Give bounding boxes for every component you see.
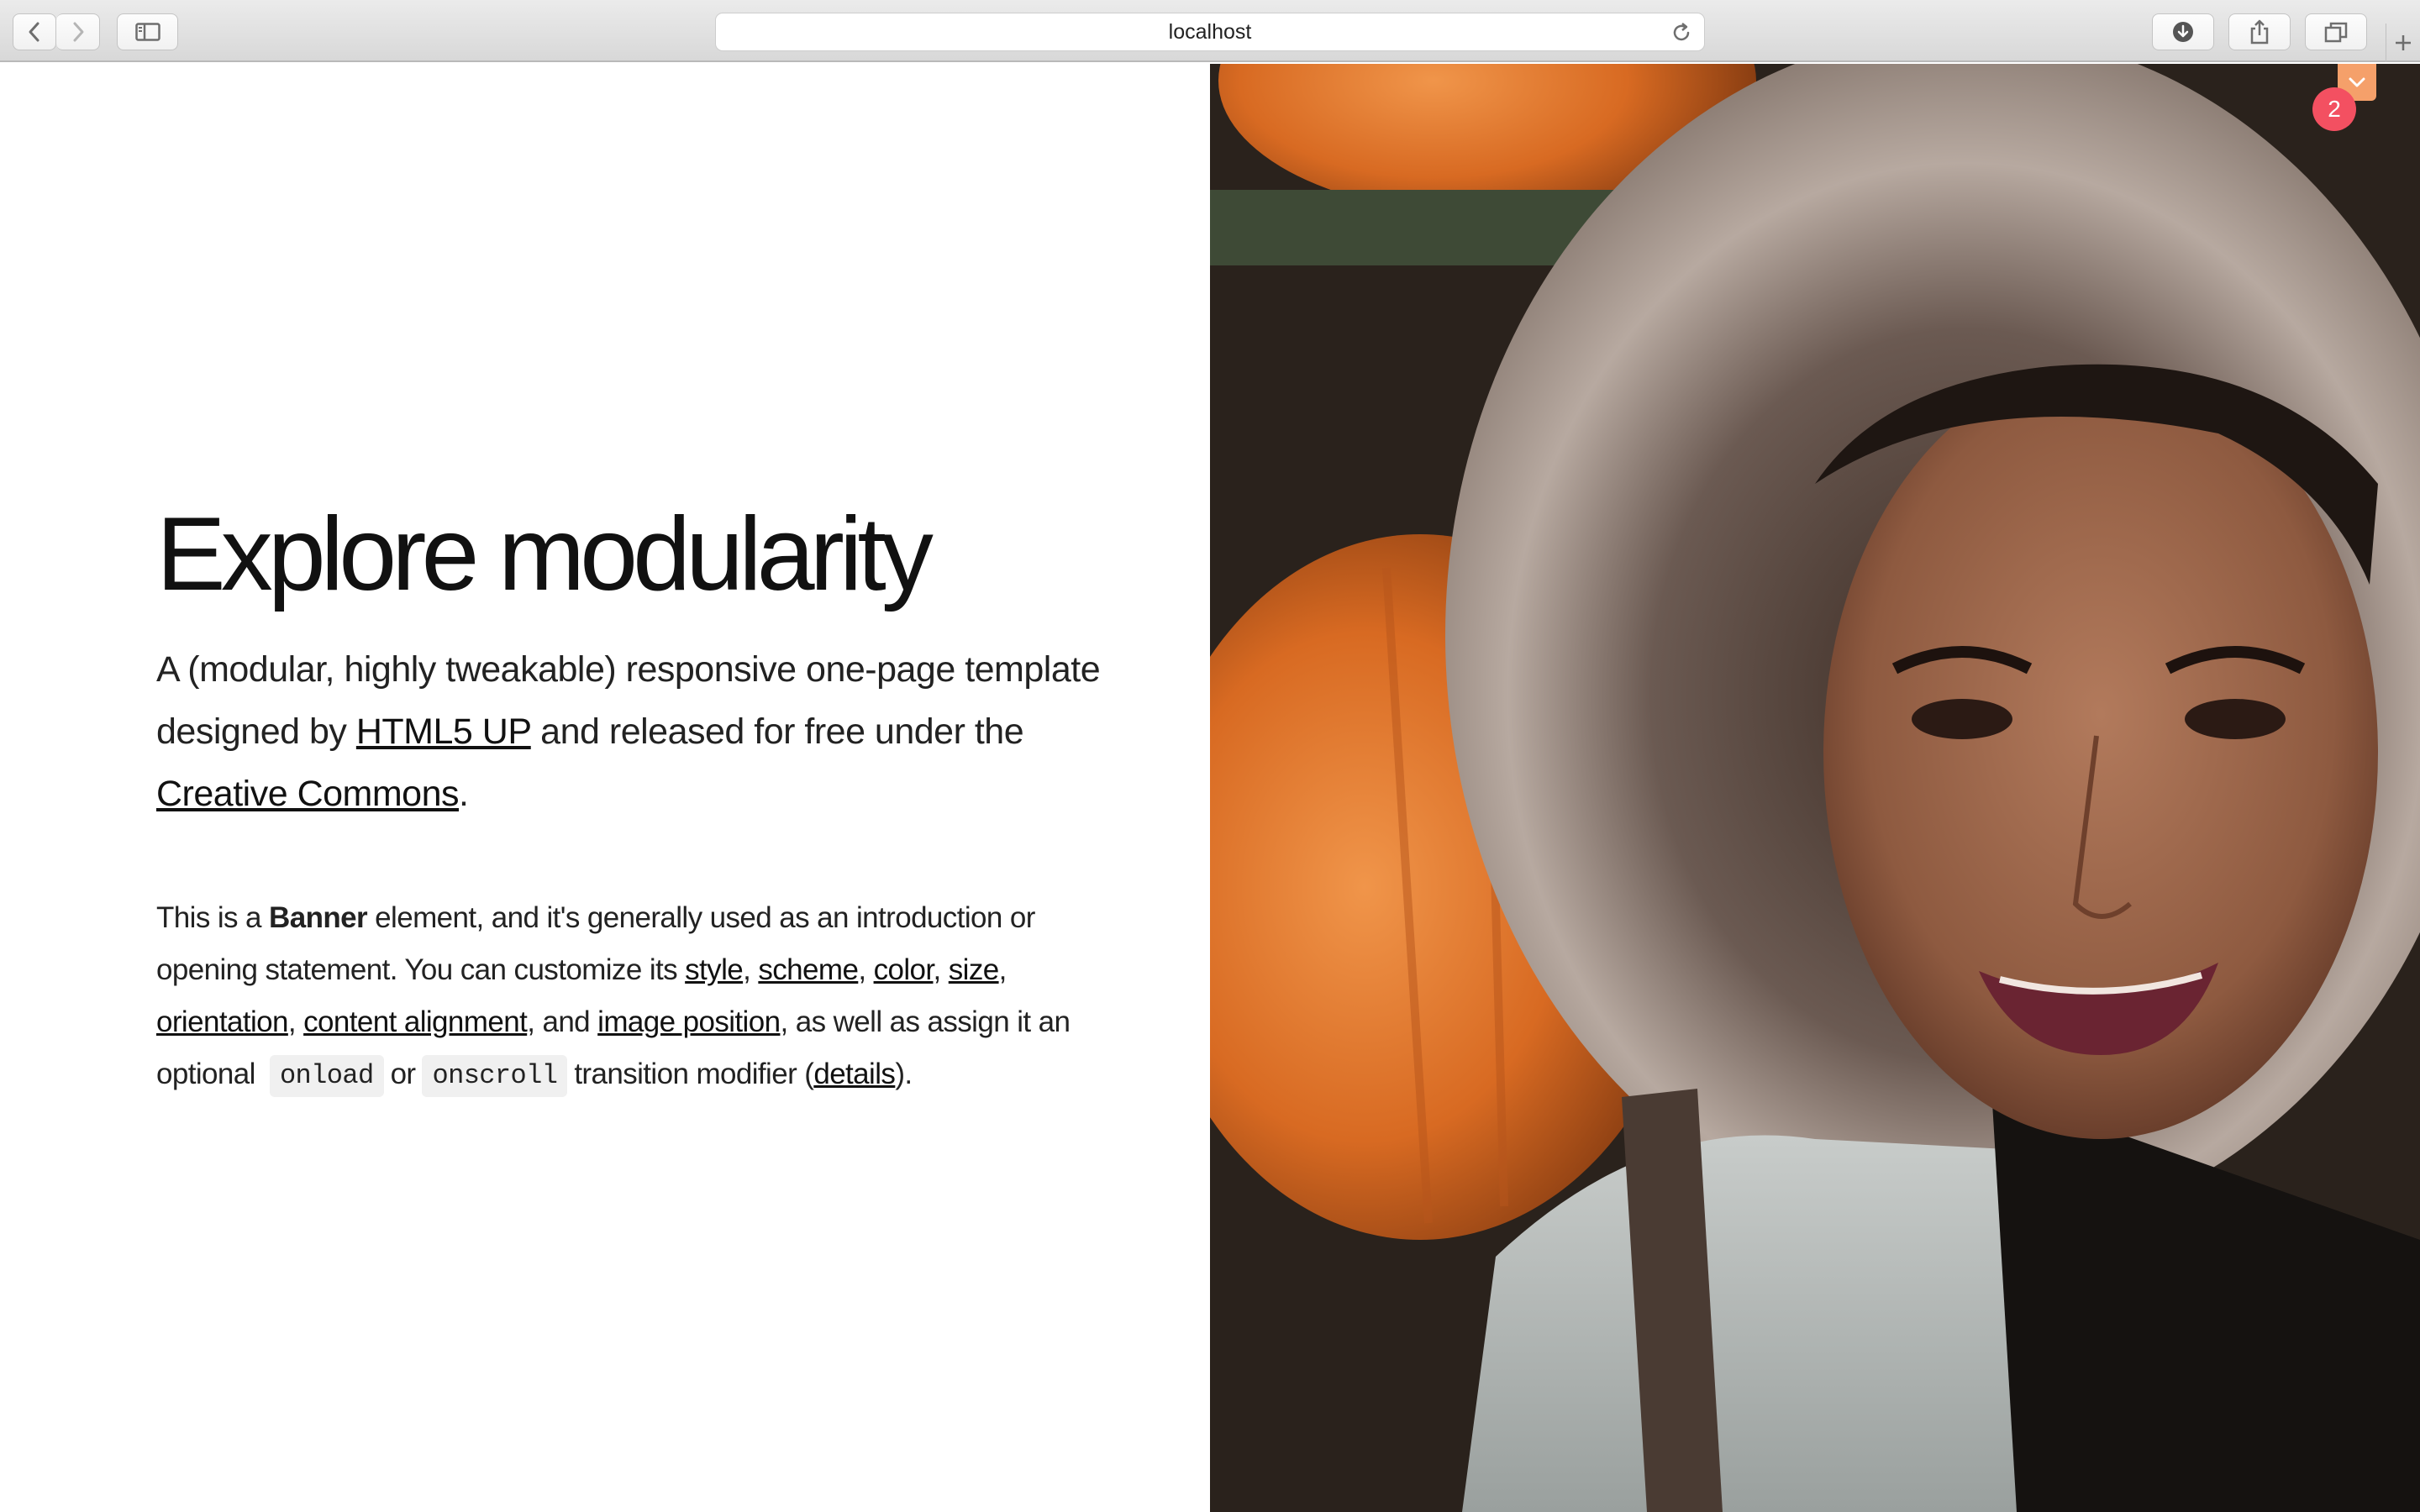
html5up-link[interactable]: HTML5 UP (356, 711, 531, 752)
chevron-down-icon (2349, 77, 2365, 87)
onscroll-code: onscroll (422, 1054, 568, 1097)
tabs-overview-icon (2324, 22, 2348, 43)
banner-image (1210, 64, 2420, 1512)
lead-text: and released for free under the (530, 711, 1024, 752)
description-text: , and (527, 1005, 598, 1038)
description-text: or (390, 1058, 417, 1090)
sidebar-icon (134, 23, 160, 41)
portrait-photo (1210, 64, 2420, 1512)
new-tab-button[interactable] (2386, 24, 2420, 62)
separator: , (998, 953, 1007, 986)
description-text: This is a (156, 901, 270, 934)
description-text: transition modifier ( (574, 1058, 814, 1090)
separator: , (287, 1005, 304, 1038)
address-bar[interactable]: localhost (715, 13, 1705, 51)
content-alignment-link[interactable]: content alignment (303, 1005, 528, 1038)
banner-description: This is a Banner element, and it's gener… (156, 892, 1081, 1100)
share-icon (2250, 19, 2269, 45)
downloads-button[interactable] (2152, 13, 2214, 50)
banner-lead: A (modular, highly tweakable) responsive… (156, 638, 1106, 825)
lead-text: . (459, 774, 469, 814)
separator: , (858, 953, 874, 986)
tabs-overview-button[interactable] (2305, 13, 2367, 50)
banner-title: Explore modularity (156, 496, 934, 612)
creative-commons-link[interactable]: Creative Commons (156, 774, 460, 814)
reload-icon[interactable] (1670, 22, 1692, 44)
back-button[interactable] (13, 13, 56, 50)
chevron-left-icon (29, 22, 39, 42)
size-link[interactable]: size (949, 953, 999, 986)
sidebar-button[interactable] (117, 13, 178, 50)
orientation-link[interactable]: orientation (156, 1005, 288, 1038)
share-button[interactable] (2228, 13, 2291, 50)
plus-icon (2396, 35, 2411, 50)
scheme-link[interactable]: scheme (758, 953, 859, 986)
details-link[interactable]: details (813, 1058, 896, 1090)
notification-badge[interactable]: 2 (2312, 87, 2356, 131)
style-link[interactable]: style (685, 953, 744, 986)
separator: , (743, 953, 759, 986)
banner-content: Explore modularity A (modular, highly tw… (0, 64, 1210, 1512)
forward-button[interactable] (56, 13, 100, 50)
image-position-link[interactable]: image position (597, 1005, 781, 1038)
url-text: localhost (1168, 20, 1252, 44)
browser-toolbar: localhost (0, 0, 2420, 62)
download-icon (2173, 22, 2193, 42)
chevron-right-icon (73, 22, 83, 42)
description-text: ). (895, 1058, 913, 1090)
onload-code: onload (269, 1054, 384, 1097)
banner-keyword: Banner (269, 901, 368, 934)
separator: , (933, 953, 949, 986)
color-link[interactable]: color (874, 953, 934, 986)
